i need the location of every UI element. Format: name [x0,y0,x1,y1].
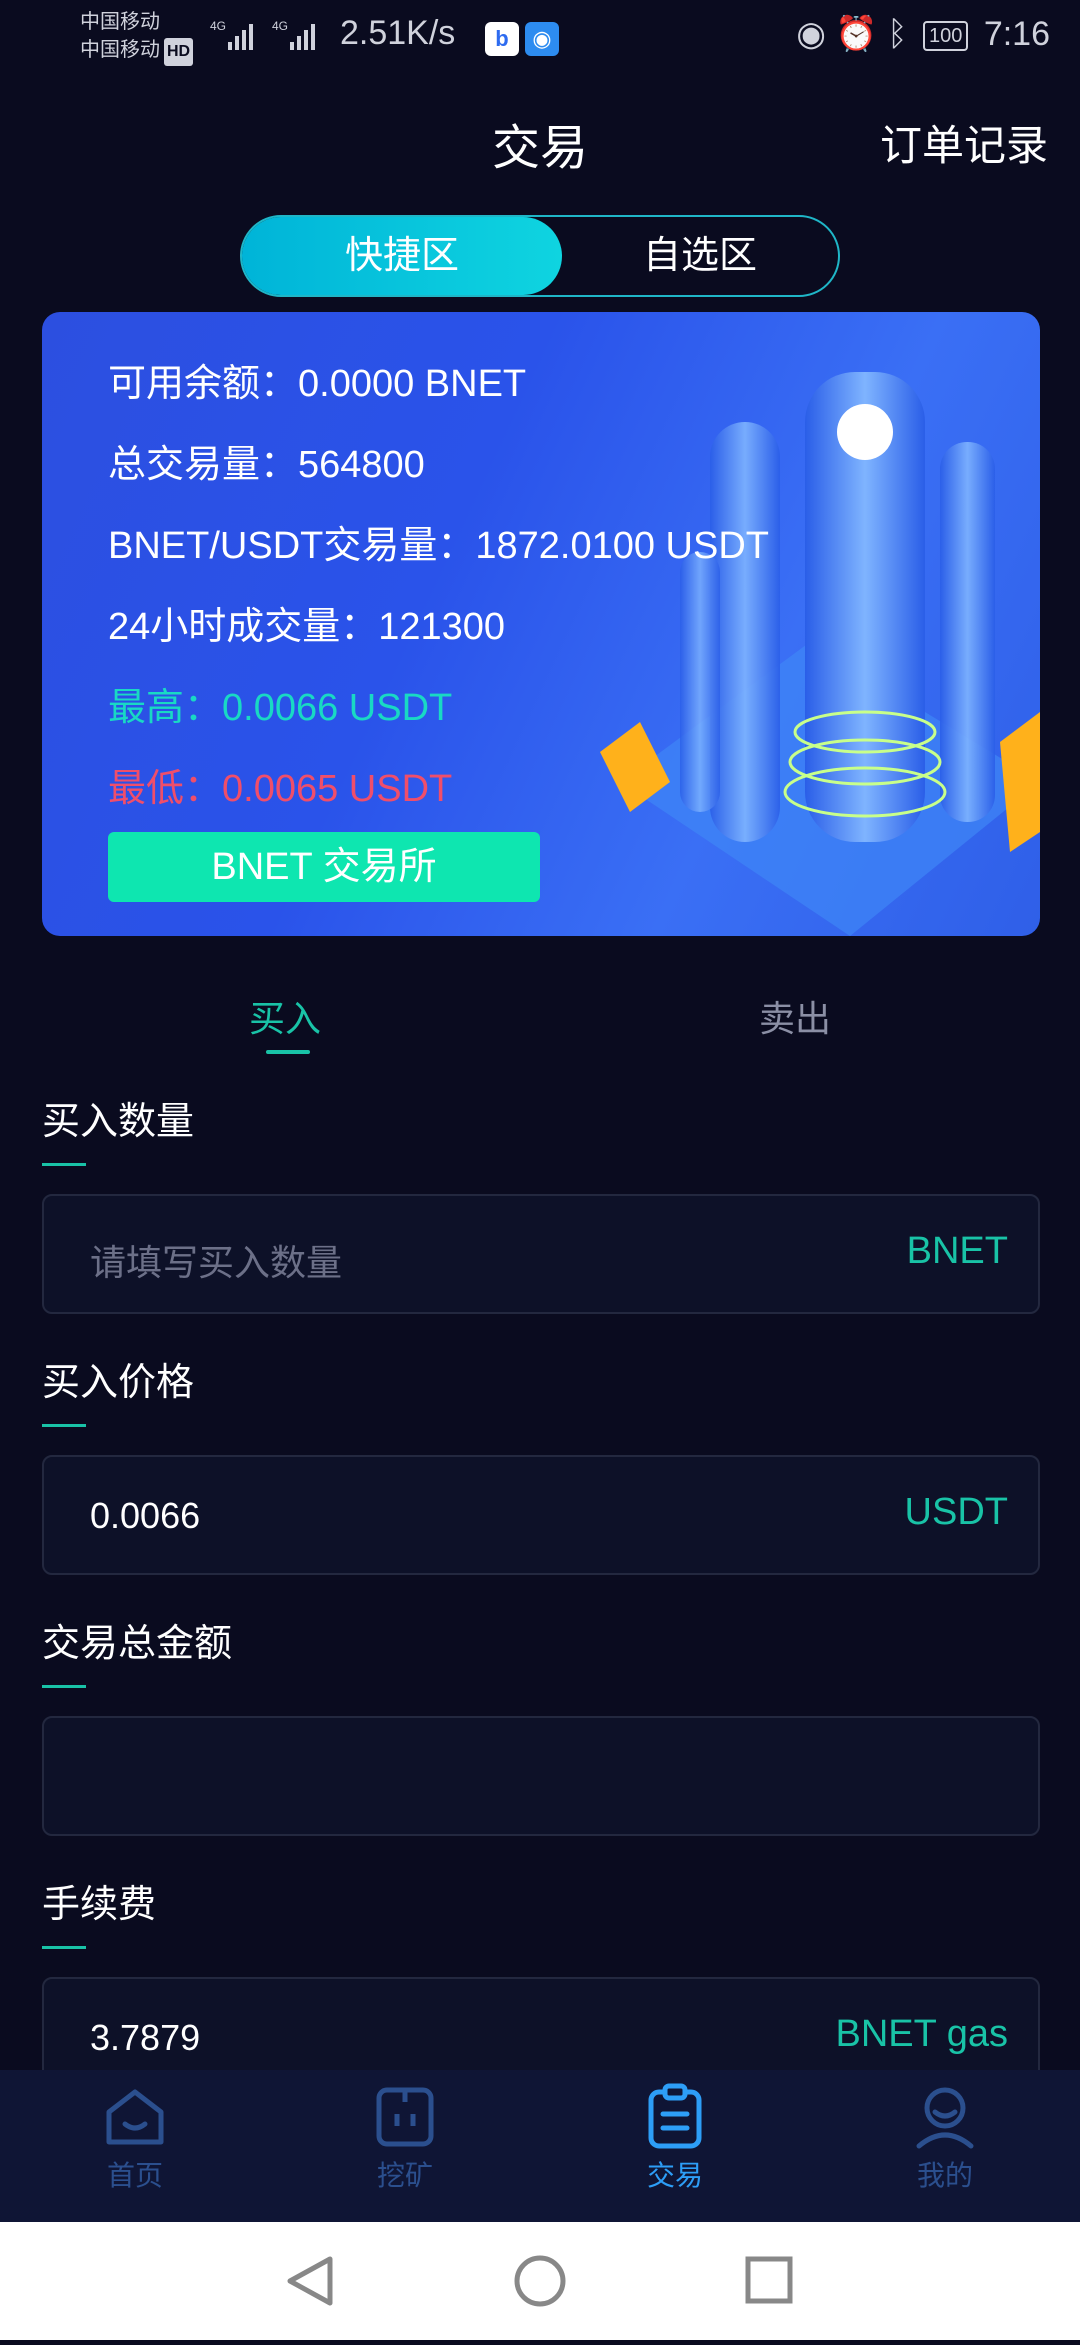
status-right: ◉ ⏰ ᛒ 100 7:16 [796,14,1050,54]
back-icon[interactable] [287,2256,333,2306]
clock: 7:16 [983,15,1050,53]
clipboard-icon [648,2083,702,2149]
eye-icon: ◉ [796,15,826,53]
fee-unit: BNET gas [835,2013,1008,2055]
fee-label: 手续费 [42,1884,157,1926]
notification-icons: b ◉ [485,18,565,57]
baidu-icon: b [485,22,519,57]
network-speed: 2.51K/s [340,14,456,52]
total-amount-label: 交易总金额 [42,1623,233,1665]
nav-profile-label: 我的 [916,2160,973,2191]
home-circle-icon[interactable] [514,2255,566,2307]
exchange-button[interactable]: BNET 交易所 [108,832,540,902]
tab-custom-zone[interactable]: 自选区 [562,217,838,295]
tab-sell[interactable]: 卖出 [710,990,880,1042]
price-high: 最高：0.0066 USDT [108,687,453,729]
total-volume: 总交易量：564800 [108,444,425,486]
price-value: 0.0066 [90,1495,201,1536]
quantity-label-underline [42,1163,86,1166]
net-2-label: 4G [272,19,288,33]
nav-home[interactable]: 首页 [35,2080,235,2194]
hd-badge: HD [164,38,194,66]
mining-icon [376,2087,434,2147]
tab-buy[interactable]: 买入 [200,990,370,1042]
status-bar: 中国移动 中国移动 HD 4G 4G 2.51K/s b ◉ ◉ ⏰ ᛒ 100 7… [0,0,1080,70]
price-low: 最低：0.0065 USDT [108,768,453,810]
app-notify-icon: ◉ [525,22,559,57]
carrier-1: 中国移动 [80,11,160,33]
net-1-label: 4G [210,19,226,33]
volume-24h: 24小时成交量：121300 [108,606,506,648]
total-amount-field [42,1716,1040,1836]
price-unit: USDT [904,1491,1008,1533]
system-nav-bar [0,2222,1080,2340]
recents-icon[interactable] [745,2256,793,2304]
available-balance: 可用余额：0.0000 BNET [108,363,527,405]
nav-trade-label: 交易 [646,2160,703,2191]
quantity-label: 买入数量 [42,1101,195,1143]
total-label-underline [42,1685,86,1688]
nav-mining-label: 挖矿 [376,2160,433,2191]
pair-volume: BNET/USDT交易量：1872.0100 USDT [108,525,769,567]
bluetooth-icon: ᛒ [887,15,908,53]
quantity-unit: BNET [906,1230,1008,1272]
fee-value: 3.7879 [90,2017,201,2058]
price-label-underline [42,1424,86,1427]
nav-mining[interactable]: 挖矿 [305,2080,505,2194]
carrier-info: 中国移动 中国移动 HD [80,8,194,66]
nav-home-label: 首页 [106,2160,163,2191]
price-label: 买入价格 [42,1362,195,1404]
quantity-placeholder: 请填写买入数量 [90,1242,343,1283]
alarm-icon: ⏰ [835,15,878,53]
blockchain-illustration [600,372,1040,936]
signal-icon: 4G 4G [210,18,330,61]
tab-quick-zone[interactable]: 快捷区 [242,217,562,295]
tab-buy-indicator [266,1050,310,1054]
nav-profile[interactable]: 我的 [845,2080,1045,2194]
order-history-link[interactable]: 订单记录 [880,112,1048,173]
nav-trade[interactable]: 交易 [575,2080,775,2194]
user-icon [916,2087,974,2149]
carrier-2: 中国移动 [80,39,160,61]
fee-label-underline [42,1946,86,1949]
battery-icon: 100 [922,21,969,52]
home-icon [106,2089,164,2145]
